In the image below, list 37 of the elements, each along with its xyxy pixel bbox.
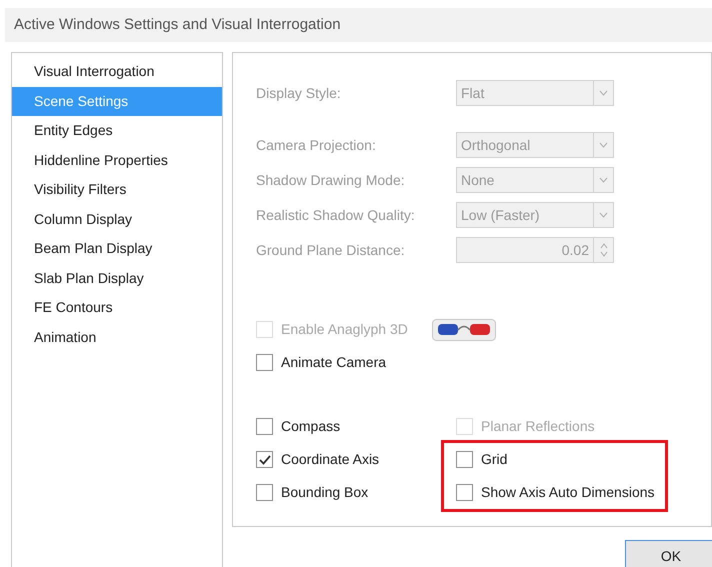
checkbox-label: Planar Reflections <box>481 417 595 436</box>
sidebar-item[interactable]: Beam Plan Display <box>12 234 222 264</box>
checkbox-label: Enable Anaglyph 3D <box>281 320 408 339</box>
checkbox[interactable] <box>256 451 273 468</box>
field-label: Display Style: <box>256 84 342 103</box>
chevron-down-icon <box>599 90 608 96</box>
checkbox[interactable] <box>456 451 473 468</box>
sidebar-item[interactable]: Slab Plan Display <box>12 264 222 293</box>
checkbox[interactable] <box>256 354 273 371</box>
checkbox[interactable] <box>256 484 273 501</box>
checkbox-label: Animate Camera <box>281 353 386 372</box>
chevron-down-icon <box>599 212 608 218</box>
sidebar-item[interactable]: Animation <box>12 322 222 352</box>
checkbox[interactable] <box>256 418 273 435</box>
checkmark-icon <box>258 454 270 464</box>
checkbox-label: Coordinate Axis <box>281 450 380 469</box>
checkbox-label: Show Axis Auto Dimensions <box>481 483 655 502</box>
field-label: Realistic Shadow Quality: <box>256 206 416 225</box>
checkbox-label: Bounding Box <box>281 483 368 502</box>
sidebar-item[interactable]: Entity Edges <box>12 116 222 146</box>
spinner-arrows-icon <box>600 242 608 258</box>
field-label: Shadow Drawing Mode: <box>256 170 406 190</box>
sidebar-item[interactable]: Column Display <box>12 204 222 234</box>
chevron-down-icon <box>599 142 608 148</box>
field-label: Ground Plane Distance: <box>256 240 406 260</box>
checkbox-label: Grid <box>481 450 508 469</box>
3d-glasses-icon <box>432 318 496 340</box>
checkbox-label: Compass <box>281 417 340 436</box>
checkbox[interactable] <box>456 484 473 501</box>
sidebar-item[interactable]: Hiddenline Properties <box>12 146 222 175</box>
window-title: Active Windows Settings and Visual Interrogation <box>14 14 341 35</box>
sidebar-item[interactable]: Visual Interrogation <box>12 57 222 86</box>
chevron-down-icon <box>599 177 608 183</box>
sidebar-item[interactable]: Visibility Filters <box>12 175 222 204</box>
ok-button[interactable]: OK <box>625 540 712 567</box>
field-label: Camera Projection: <box>256 136 377 155</box>
sidebar-item[interactable]: FE Contours <box>12 293 222 322</box>
